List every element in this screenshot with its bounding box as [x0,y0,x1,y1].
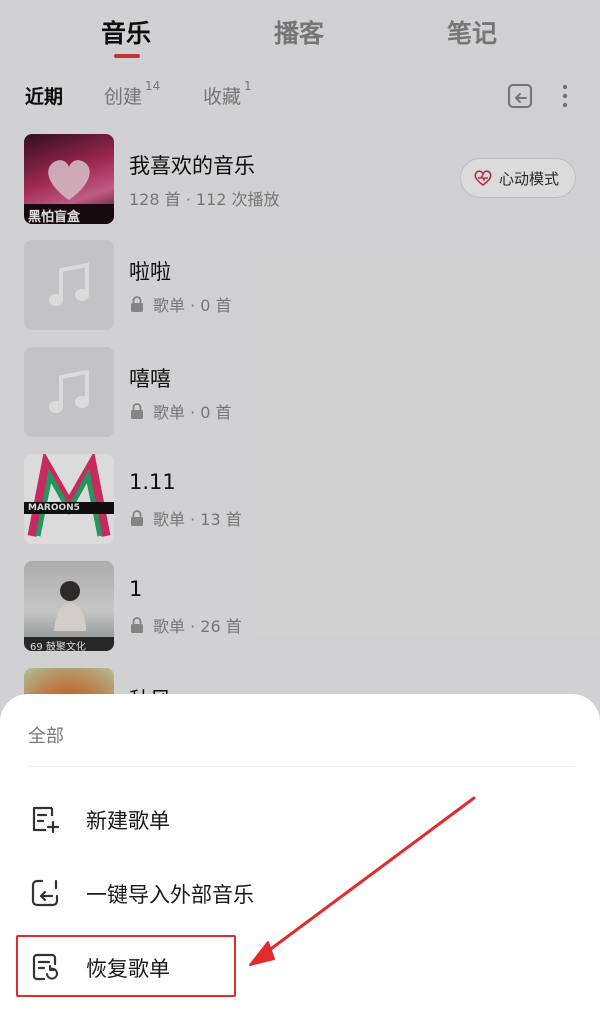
highlight-box [16,935,236,997]
sheet-header: 全部 [28,726,64,747]
new-playlist-button[interactable]: 新建歌单 [0,786,600,852]
new-playlist-icon [28,802,62,836]
import-external-music-label: 一键导入外部音乐 [86,883,254,907]
import-external-music-button[interactable]: 一键导入外部音乐 [0,860,600,926]
divider [28,766,574,767]
import-icon [28,876,62,910]
new-playlist-label: 新建歌单 [86,809,170,833]
